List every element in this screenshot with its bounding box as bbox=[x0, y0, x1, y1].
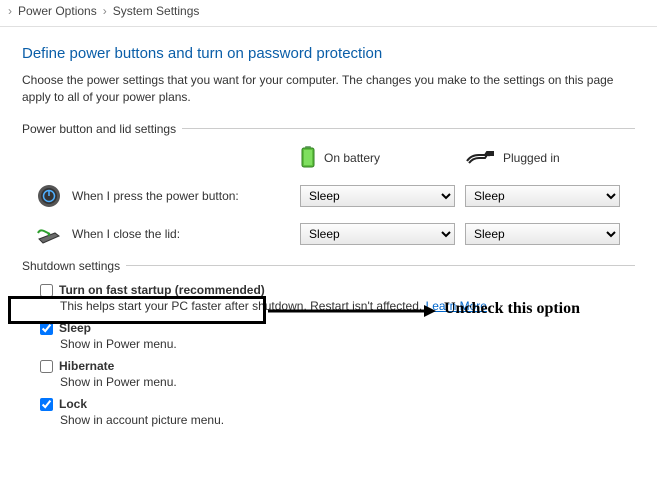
chevron-right-icon: › bbox=[103, 4, 107, 18]
lock-row: Lock bbox=[22, 397, 635, 411]
divider bbox=[126, 265, 635, 266]
hibernate-sub: Show in Power menu. bbox=[22, 375, 635, 389]
row-close-lid: When I close the lid: Sleep Sleep bbox=[22, 221, 635, 247]
section-shutdown-label: Shutdown settings bbox=[22, 259, 120, 273]
breadcrumb-power-options[interactable]: Power Options bbox=[18, 4, 97, 18]
fast-startup-checkbox[interactable] bbox=[40, 284, 53, 297]
col-on-battery-label: On battery bbox=[324, 151, 380, 165]
lid-battery-select[interactable]: Sleep bbox=[300, 223, 455, 245]
breadcrumb[interactable]: › Power Options › System Settings bbox=[0, 0, 657, 27]
page-title: Define power buttons and turn on passwor… bbox=[22, 45, 635, 62]
fast-startup-sub-text: This helps start your PC faster after sh… bbox=[60, 299, 426, 313]
battery-icon bbox=[300, 146, 316, 171]
section-power-button: Power button and lid settings bbox=[22, 122, 635, 136]
lock-sub: Show in account picture menu. bbox=[22, 413, 635, 427]
lock-checkbox[interactable] bbox=[40, 398, 53, 411]
sleep-label: Sleep bbox=[59, 321, 91, 335]
section-shutdown: Shutdown settings bbox=[22, 259, 635, 273]
sleep-sub: Show in Power menu. bbox=[22, 337, 635, 351]
sleep-row: Sleep bbox=[22, 321, 635, 335]
lid-plugged-select[interactable]: Sleep bbox=[465, 223, 620, 245]
row-power-button-label: When I press the power button: bbox=[72, 189, 239, 203]
col-on-battery: On battery bbox=[300, 146, 465, 171]
plug-icon bbox=[465, 149, 495, 168]
annotation-text: Uncheck this option bbox=[444, 300, 580, 318]
lid-icon bbox=[36, 221, 62, 247]
sleep-checkbox[interactable] bbox=[40, 322, 53, 335]
power-button-icon bbox=[36, 183, 62, 209]
row-power-button: When I press the power button: Sleep Sle… bbox=[22, 183, 635, 209]
hibernate-label: Hibernate bbox=[59, 359, 114, 373]
power-button-battery-select[interactable]: Sleep bbox=[300, 185, 455, 207]
col-plugged-in-label: Plugged in bbox=[503, 151, 560, 165]
lock-label: Lock bbox=[59, 397, 87, 411]
hibernate-checkbox[interactable] bbox=[40, 360, 53, 373]
fast-startup-label: Turn on fast startup (recommended) bbox=[59, 283, 265, 297]
col-plugged-in: Plugged in bbox=[465, 149, 630, 168]
power-button-plugged-select[interactable]: Sleep bbox=[465, 185, 620, 207]
column-headers: On battery Plugged in bbox=[22, 146, 635, 171]
section-power-button-label: Power button and lid settings bbox=[22, 122, 176, 136]
row-close-lid-label: When I close the lid: bbox=[72, 227, 180, 241]
chevron-right-icon: › bbox=[8, 4, 12, 18]
fast-startup-row: Turn on fast startup (recommended) bbox=[22, 283, 635, 297]
hibernate-row: Hibernate bbox=[22, 359, 635, 373]
page-description: Choose the power settings that you want … bbox=[22, 72, 635, 106]
breadcrumb-system-settings[interactable]: System Settings bbox=[113, 4, 200, 18]
divider bbox=[182, 128, 635, 129]
